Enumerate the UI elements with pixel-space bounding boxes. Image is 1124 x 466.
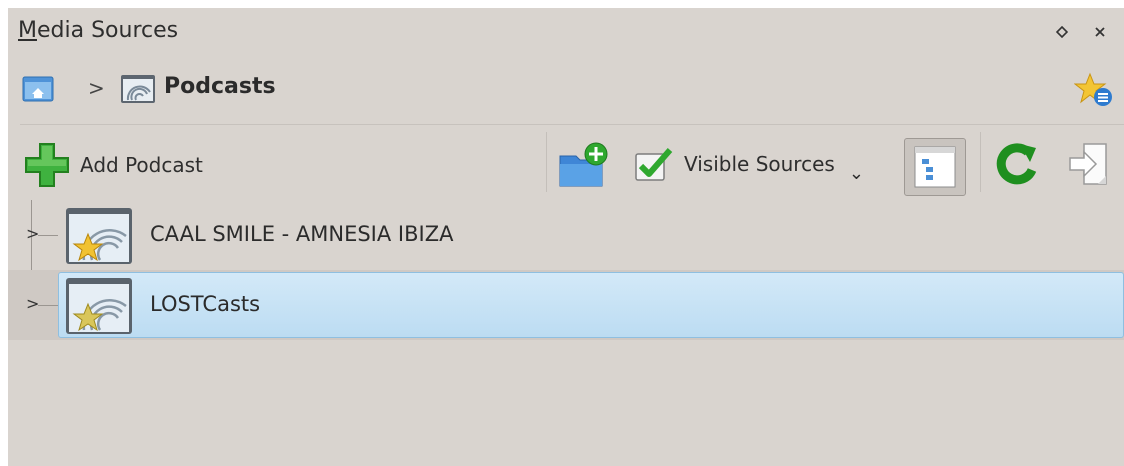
- toolbar-separator: [546, 132, 547, 192]
- tree-branch-line: [38, 235, 58, 236]
- add-podcast-button[interactable]: Add Podcast: [22, 140, 203, 190]
- float-button[interactable]: [1052, 22, 1072, 42]
- toolbar: Add Podcast Visible Sources ⌄: [8, 128, 1124, 198]
- view-mode-icon: [914, 146, 956, 188]
- refresh-button[interactable]: [992, 140, 1042, 190]
- podcast-tree: > CAAL SMILE - AMNESIA IBIZA > LOSTCasts: [8, 200, 1124, 466]
- visible-sources-button[interactable]: Visible Sources ⌄: [632, 144, 864, 184]
- bookmark-button[interactable]: [1073, 72, 1114, 108]
- tree-item-selected[interactable]: > LOSTCasts: [8, 270, 1124, 340]
- breadcrumb-current[interactable]: Podcasts: [164, 74, 276, 99]
- add-podcast-label: Add Podcast: [80, 153, 203, 177]
- panel-title: Media Sources: [18, 18, 178, 43]
- home-folder-icon: [22, 76, 54, 102]
- star-bookmark-icon: [1073, 72, 1112, 106]
- diamond-icon: [1056, 26, 1068, 38]
- tree-empty-area: [8, 340, 1124, 466]
- close-icon: [1095, 27, 1105, 37]
- close-button[interactable]: [1090, 22, 1110, 42]
- tree-item-label: CAAL SMILE - AMNESIA IBIZA: [150, 222, 454, 246]
- expand-arrow-icon[interactable]: >: [26, 294, 39, 313]
- podcast-icon: [120, 74, 156, 104]
- visible-sources-label: Visible Sources: [684, 152, 835, 176]
- view-mode-button[interactable]: [904, 138, 966, 196]
- checkbox-checked-icon: [635, 148, 673, 181]
- chevron-down-icon[interactable]: ⌄: [849, 163, 864, 184]
- import-icon: [1069, 143, 1107, 185]
- breadcrumb-separator: >: [88, 76, 105, 100]
- podcast-icon: [64, 206, 136, 266]
- refresh-icon: [996, 143, 1037, 185]
- plus-icon: [25, 143, 69, 187]
- title-accelerator: M: [18, 18, 37, 43]
- expand-arrow-icon[interactable]: >: [26, 224, 39, 243]
- panel-titlebar: Media Sources: [8, 8, 1124, 56]
- title-text: edia Sources: [36, 18, 179, 43]
- tree-item-label: LOSTCasts: [150, 292, 261, 316]
- tree-item[interactable]: > CAAL SMILE - AMNESIA IBIZA: [8, 200, 1124, 270]
- import-button[interactable]: [1066, 140, 1114, 190]
- podcast-icon: [64, 276, 136, 336]
- toolbar-separator-2: [980, 132, 981, 192]
- breadcrumb-home-button[interactable]: [22, 74, 54, 102]
- breadcrumb-divider: [20, 124, 1124, 125]
- tree-branch-line: [38, 305, 58, 306]
- breadcrumb: > Podcasts: [8, 64, 1124, 114]
- folder-add-icon: [559, 142, 608, 187]
- new-folder-button[interactable]: [558, 142, 610, 190]
- media-sources-panel: Media Sources > Podcasts Add Podcast Vis…: [8, 8, 1124, 466]
